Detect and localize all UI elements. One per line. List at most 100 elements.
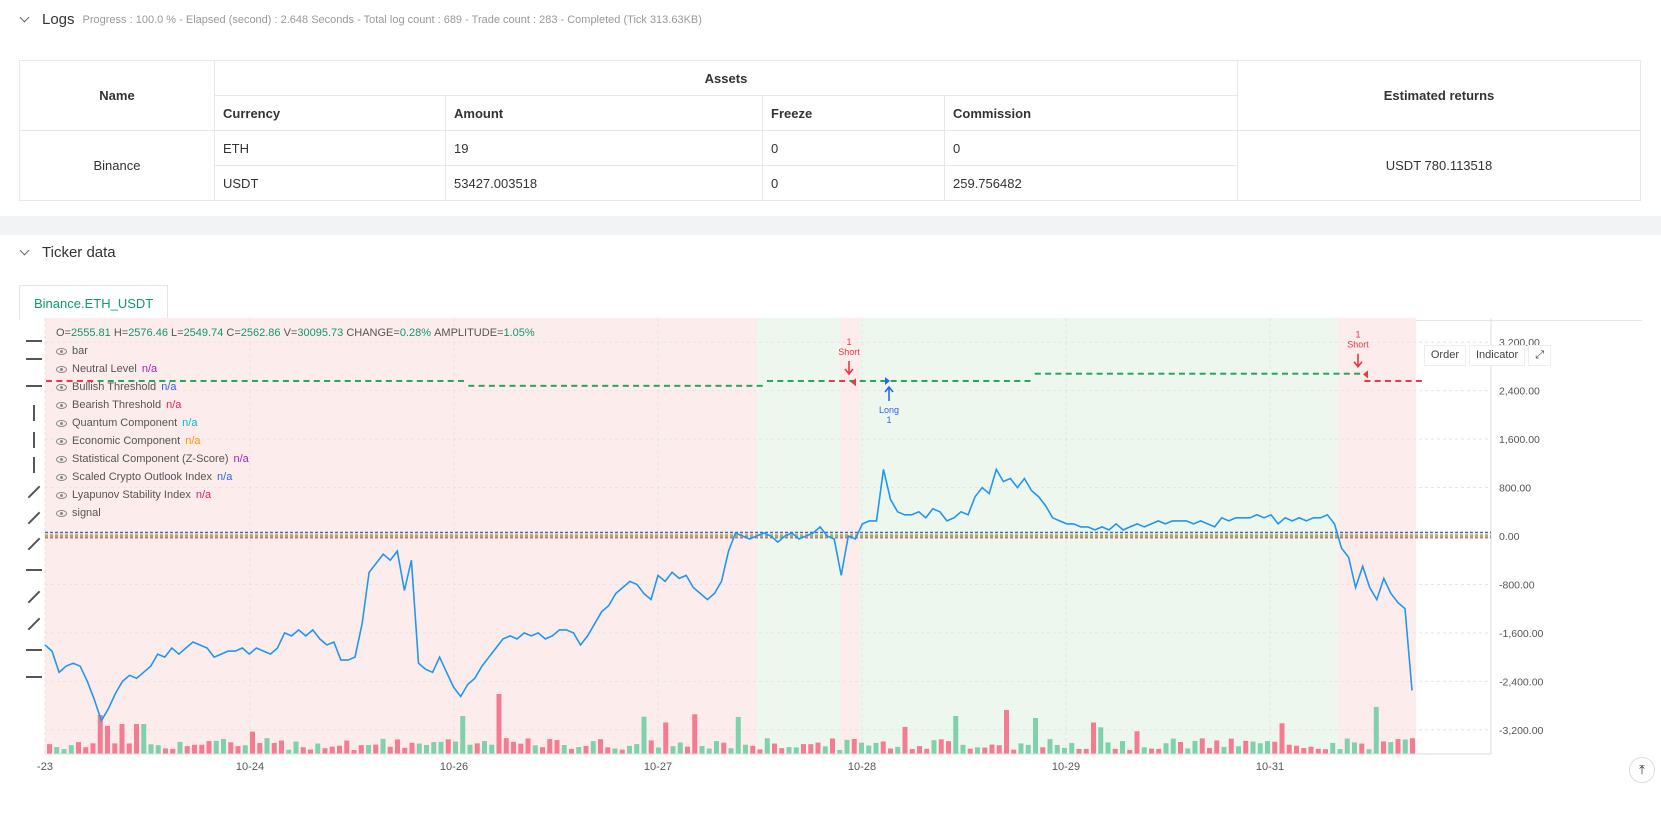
legend-item[interactable]: bar [56, 342, 535, 360]
eye-icon[interactable] [56, 473, 67, 481]
volume-bar [1381, 741, 1386, 754]
legend-label: Statistical Component (Z-Score) [72, 453, 229, 465]
volume-bar [1149, 748, 1154, 754]
tab-eth-usdt[interactable]: Binance.ETH_USDT [19, 285, 169, 321]
volume-bar [474, 743, 480, 754]
logs-header[interactable]: Logs Progress : 100.0 % - Elapsed (secon… [18, 11, 702, 28]
y-tick-label: 800.00 [1499, 483, 1531, 495]
eye-icon[interactable] [56, 401, 67, 409]
legend-item[interactable]: signal [56, 504, 535, 522]
y-tick-label: 2,400.00 [1499, 386, 1540, 398]
chart-buttons: Order Indicator ⤢ [1421, 345, 1551, 366]
volume-bar [1366, 749, 1372, 754]
volume-bar [801, 744, 806, 754]
change-value: 0.28% [399, 327, 432, 339]
volume-bar [648, 740, 654, 754]
chart-area[interactable]: 1 Short Long 1 1 Short 3,200.00 2,400.00 1,600.… [18, 318, 1643, 834]
legend-item[interactable]: Neutral Level n/a [56, 360, 535, 378]
volume-bar [706, 748, 712, 754]
amplitude-label: AMPLITUDE= [434, 327, 504, 339]
volume-bar [924, 748, 930, 754]
volume-bar [134, 724, 139, 754]
volume-bar [1076, 748, 1082, 754]
short-qty: 1 [1355, 330, 1360, 340]
volume-bar [503, 738, 509, 754]
chevron-down-icon[interactable] [18, 13, 32, 27]
volume-bar [837, 749, 843, 754]
volume-bar [1323, 749, 1328, 754]
legend-item[interactable]: Lyapunov Stability Index n/a [56, 486, 535, 504]
legend-label: Bearish Threshold [72, 399, 162, 411]
volume-bar [1308, 746, 1314, 754]
volume-bar [300, 747, 306, 754]
volume-bar [1033, 718, 1038, 754]
chevron-down-icon[interactable] [18, 246, 32, 260]
volume-bar [351, 749, 357, 754]
volume-bar [1040, 747, 1046, 754]
short-label: Short [1347, 340, 1369, 350]
logs-title: Logs [42, 11, 75, 28]
volume-bar [808, 744, 814, 754]
volume-bar [888, 748, 893, 754]
volume-bar [1178, 742, 1183, 754]
y-tick-label: -3,200.00 [1499, 725, 1544, 737]
volume-bar [1199, 738, 1205, 754]
volume-bar [322, 748, 328, 754]
eye-icon[interactable] [56, 365, 67, 373]
volume-bar [656, 747, 661, 754]
volume-bar [663, 722, 669, 754]
volume-bar [264, 738, 270, 754]
volume-bar [170, 748, 176, 754]
volume-bar [721, 742, 727, 754]
volume-bar [1373, 707, 1379, 754]
volume-bar [931, 740, 937, 754]
eye-icon[interactable] [56, 347, 67, 355]
eye-icon[interactable] [56, 509, 67, 517]
volume-bar [141, 724, 147, 754]
volume-bar [764, 738, 770, 754]
volume-bar [1388, 742, 1394, 754]
currency-cell: USDT [214, 165, 446, 201]
volume-bar [714, 741, 719, 754]
volume-bar [692, 714, 698, 754]
volume-bar [1214, 740, 1220, 754]
currency-cell: ETH [214, 130, 446, 166]
ticker-header[interactable]: Ticker data [18, 244, 116, 261]
volume-bar [699, 745, 705, 754]
eye-icon[interactable] [56, 437, 67, 445]
legend-item[interactable]: Bullish Threshold n/a [56, 378, 535, 396]
volume-bar [1330, 742, 1336, 754]
y-tick-label: -2,400.00 [1499, 676, 1544, 688]
volume-bar [119, 724, 125, 754]
scroll-top-button[interactable]: ⤒ [1629, 757, 1655, 783]
legend-item[interactable]: Statistical Component (Z-Score) n/a [56, 450, 535, 468]
close-value: 2562.86 [240, 327, 281, 339]
fullscreen-icon[interactable]: ⤢ [1528, 345, 1551, 366]
legend-item[interactable]: Scaled Crypto Outlook Index n/a [56, 468, 535, 486]
volume-bar [228, 742, 234, 754]
volume-bar [532, 745, 538, 754]
volume-bar [634, 744, 640, 754]
legend-value: n/a [182, 417, 198, 429]
eye-icon[interactable] [56, 419, 67, 427]
legend-item[interactable]: Quantum Component n/a [56, 414, 535, 432]
order-button[interactable]: Order [1423, 345, 1466, 366]
legend-item[interactable]: Bearish Threshold n/a [56, 396, 535, 414]
eye-icon[interactable] [56, 455, 67, 463]
volume-bar [286, 749, 292, 754]
legend-item[interactable]: Economic Component n/a [56, 432, 535, 450]
commission-cell: 0 [944, 130, 1238, 166]
header-assets: Assets [214, 60, 1238, 96]
volume-bar [344, 740, 350, 754]
chart-legend: O= 2555.81 H= 2576.46 L= 2549.74 C= 2562.86 … [56, 324, 535, 522]
volume-bar [112, 743, 118, 754]
volume-bar [373, 744, 379, 754]
volume-bar [554, 740, 560, 754]
volume-bar [917, 746, 922, 754]
volume-bar [1120, 741, 1125, 754]
indicator-button[interactable]: Indicator [1468, 345, 1526, 366]
eye-icon[interactable] [56, 383, 67, 391]
open-value: 2555.81 [70, 327, 111, 339]
eye-icon[interactable] [56, 491, 67, 499]
volume-bar [184, 746, 190, 754]
